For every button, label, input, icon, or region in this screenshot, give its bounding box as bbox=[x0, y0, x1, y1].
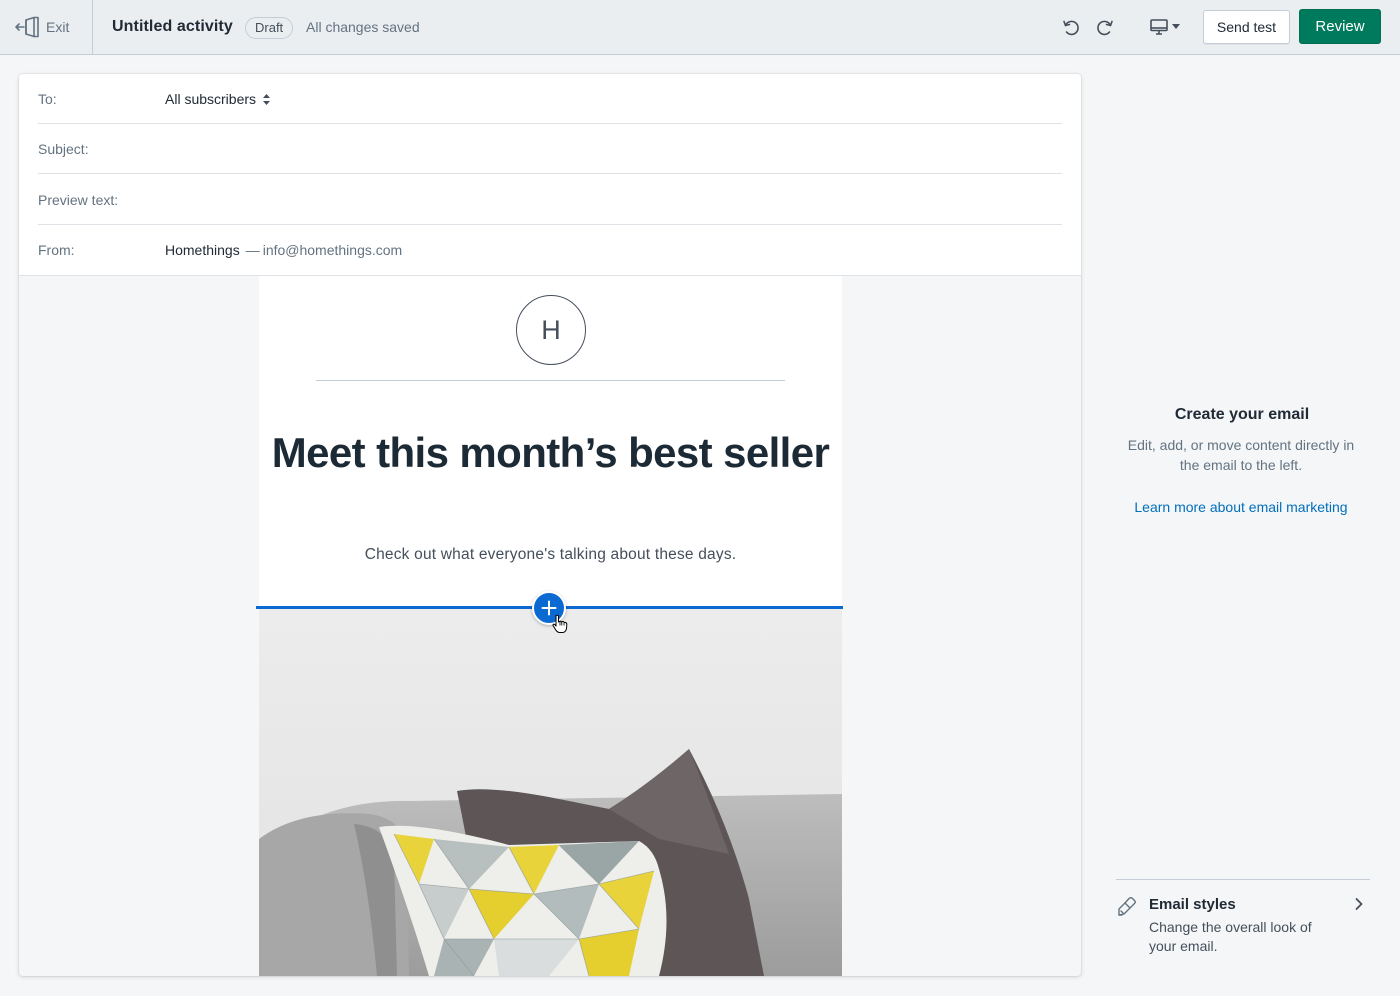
from-field-row[interactable]: From: Homethings — info@homethings.com bbox=[38, 225, 1062, 275]
redo-icon bbox=[1097, 20, 1113, 36]
status-badge: Draft bbox=[245, 17, 294, 39]
email-styles-title: Email styles bbox=[1149, 896, 1236, 913]
redo-button[interactable] bbox=[1092, 14, 1118, 40]
learn-more-link[interactable]: Learn more about email marketing bbox=[1100, 499, 1382, 515]
device-preview-dropdown[interactable] bbox=[1142, 14, 1186, 40]
email-editor: To: All subscribers Subject: Preview tex… bbox=[19, 74, 1081, 976]
undo-button[interactable] bbox=[1058, 14, 1084, 40]
undo-icon bbox=[1063, 20, 1079, 36]
desktop-preview-icon bbox=[1149, 19, 1168, 35]
chevron-right-icon bbox=[1355, 898, 1363, 910]
preview-text-field-row[interactable]: Preview text: bbox=[38, 175, 1062, 225]
exit-button[interactable]: Exit bbox=[14, 12, 69, 42]
sender-email: info@homethings.com bbox=[262, 242, 403, 258]
subject-label: Subject: bbox=[38, 141, 89, 157]
top-bar: Exit Untitled activity Draft All changes… bbox=[0, 0, 1400, 55]
recipient-select-value: All subscribers bbox=[165, 91, 257, 107]
sender-separator: — bbox=[245, 242, 260, 258]
email-styles-description: Change the overall look of your email. bbox=[1149, 919, 1312, 954]
pointer-hand-icon bbox=[552, 614, 568, 633]
paint-brush-icon bbox=[1118, 897, 1136, 916]
chevron-down-icon bbox=[1171, 24, 1180, 29]
email-header-fields: To: All subscribers Subject: Preview tex… bbox=[19, 74, 1081, 276]
send-test-button[interactable]: Send test bbox=[1203, 10, 1290, 44]
panel-description: Edit, add, or move content directly in t… bbox=[1127, 437, 1355, 473]
save-status: All changes saved bbox=[306, 19, 420, 35]
subject-field-row[interactable]: Subject: bbox=[38, 124, 1062, 174]
preview-text-label: Preview text: bbox=[38, 192, 119, 208]
topbar-divider bbox=[92, 0, 93, 55]
exit-label: Exit bbox=[46, 19, 70, 35]
activity-title[interactable]: Untitled activity bbox=[112, 18, 233, 36]
email-canvas[interactable]: H Meet this month’s best seller Check ou… bbox=[256, 276, 843, 976]
product-image[interactable] bbox=[259, 609, 842, 976]
email-subtext[interactable]: Check out what everyone's talking about … bbox=[259, 546, 842, 564]
panel-title: Create your email bbox=[1174, 406, 1310, 423]
sender-name: Homethings bbox=[165, 242, 240, 258]
review-button[interactable]: Review bbox=[1299, 9, 1381, 44]
to-field-row: To: All subscribers bbox=[38, 74, 1062, 124]
divider bbox=[316, 380, 785, 381]
brand-logo[interactable]: H bbox=[516, 295, 586, 365]
email-styles-item[interactable]: Email styles Change the overall look of … bbox=[1116, 879, 1370, 959]
recipient-select[interactable]: All subscribers bbox=[165, 91, 271, 107]
exit-icon bbox=[15, 16, 39, 38]
to-label: To: bbox=[38, 91, 57, 107]
email-headline[interactable]: Meet this month’s best seller bbox=[259, 428, 842, 478]
from-value[interactable]: Homethings — info@homethings.com bbox=[165, 242, 402, 258]
from-label: From: bbox=[38, 242, 75, 258]
select-arrows-icon bbox=[263, 93, 271, 105]
